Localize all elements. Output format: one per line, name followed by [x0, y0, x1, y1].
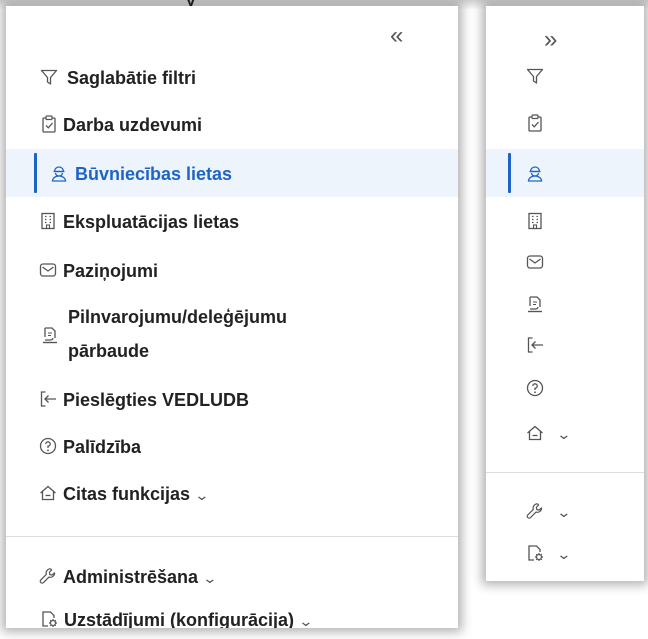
chevron-down-icon: ⌄: [202, 570, 218, 586]
sidebar-item-label: Uzstādījumi (konfigurācija) ⌄: [64, 610, 314, 628]
sidebar-item-label: Pieslēgties VEDLUDB: [63, 390, 250, 410]
settings-file-icon: [40, 610, 58, 628]
sidebar-item-construction-cases[interactable]: [486, 149, 644, 197]
sidebar-divider: [6, 536, 458, 537]
chevron-down-icon: ⌄: [556, 426, 572, 442]
construction-worker-icon: [50, 164, 68, 182]
sidebar-item-operation-cases[interactable]: Ekspluatācijas lietas: [6, 206, 458, 236]
chevron-down-icon: ⌄: [556, 546, 572, 562]
filter-icon[interactable]: [526, 67, 544, 85]
collapse-sidebar-button[interactable]: «: [390, 24, 403, 48]
envelope-icon[interactable]: [526, 253, 544, 271]
sidebar-item-other-functions[interactable]: Citas funkcijas ⌄: [6, 478, 458, 508]
active-indicator: [34, 153, 37, 193]
wrench-icon: [526, 502, 544, 520]
sidebar-item-help[interactable]: Palīdzība: [6, 431, 458, 461]
sidebar-item-label: Darba uzdevumi: [63, 115, 203, 135]
help-circle-icon: [39, 437, 57, 455]
sidebar-item-saved-filters[interactable]: Saglabātie filtri: [6, 62, 458, 92]
sidebar-item-label: Palīdzība: [63, 437, 142, 457]
active-indicator: [508, 153, 511, 193]
construction-worker-icon: [526, 164, 544, 182]
sidebar-item-label: Būvniecības lietas: [75, 164, 233, 184]
building-icon: [39, 212, 57, 230]
filter-icon: [40, 68, 58, 86]
sidebar-item-label-line2: pārbaude: [68, 341, 150, 361]
login-arrow-icon[interactable]: [526, 336, 544, 354]
sidebar-expanded: « Saglabātie filtri Darba uzdevumi Būvni…: [6, 6, 458, 628]
chevron-down-icon: ⌄: [556, 504, 572, 520]
clipboard-check-icon: [40, 115, 58, 133]
sidebar-item-label: Citas funkcijas ⌄: [63, 484, 210, 504]
settings-file-icon: [526, 544, 544, 562]
settings-configuration-button[interactable]: ⌄: [486, 538, 644, 568]
other-functions-button[interactable]: ⌄: [486, 418, 644, 448]
administration-button[interactable]: ⌄: [486, 496, 644, 526]
sidebar-divider: [486, 472, 644, 473]
envelope-icon: [39, 261, 57, 279]
sidebar-item-work-tasks[interactable]: Darba uzdevumi: [6, 109, 458, 139]
help-circle-icon[interactable]: [526, 379, 544, 397]
chevron-down-icon: ⌄: [298, 613, 314, 628]
sidebar-item-settings-configuration[interactable]: Uzstādījumi (konfigurācija) ⌄: [6, 604, 458, 628]
chevron-down-icon: ⌄: [194, 487, 210, 503]
sidebar-item-notifications[interactable]: Paziņojumi: [6, 255, 458, 285]
sidebar-item-connect-vedludb[interactable]: Pieslēgties VEDLUDB: [6, 384, 458, 414]
clipboard-check-icon[interactable]: [526, 114, 544, 132]
document-hand-icon[interactable]: [526, 295, 544, 313]
home-icon: [526, 424, 544, 442]
sidebar-item-construction-cases[interactable]: Būvniecības lietas: [6, 149, 458, 197]
sidebar-item-label-line1: Pilnvarojumu/deleģējumu: [68, 307, 288, 327]
sidebar-item-label: Saglabātie filtri: [67, 68, 197, 88]
sidebar-item-authorization-check[interactable]: Pilnvarojumu/deleģējumu pārbaude: [6, 300, 458, 370]
building-icon[interactable]: [526, 212, 544, 230]
home-icon: [39, 484, 57, 502]
sidebar-collapsed: » ⌄ ⌄ ⌄: [486, 6, 644, 581]
wrench-icon: [39, 567, 57, 585]
sidebar-item-label: Administrēšana ⌄: [63, 567, 218, 587]
sidebar-item-label: Paziņojumi: [63, 261, 159, 281]
login-arrow-icon: [39, 390, 57, 408]
sidebar-item-label: Ekspluatācijas lietas: [63, 212, 240, 232]
sidebar-item-administration[interactable]: Administrēšana ⌄: [6, 561, 458, 591]
expand-sidebar-button[interactable]: »: [544, 28, 557, 52]
document-hand-icon: [41, 326, 59, 344]
